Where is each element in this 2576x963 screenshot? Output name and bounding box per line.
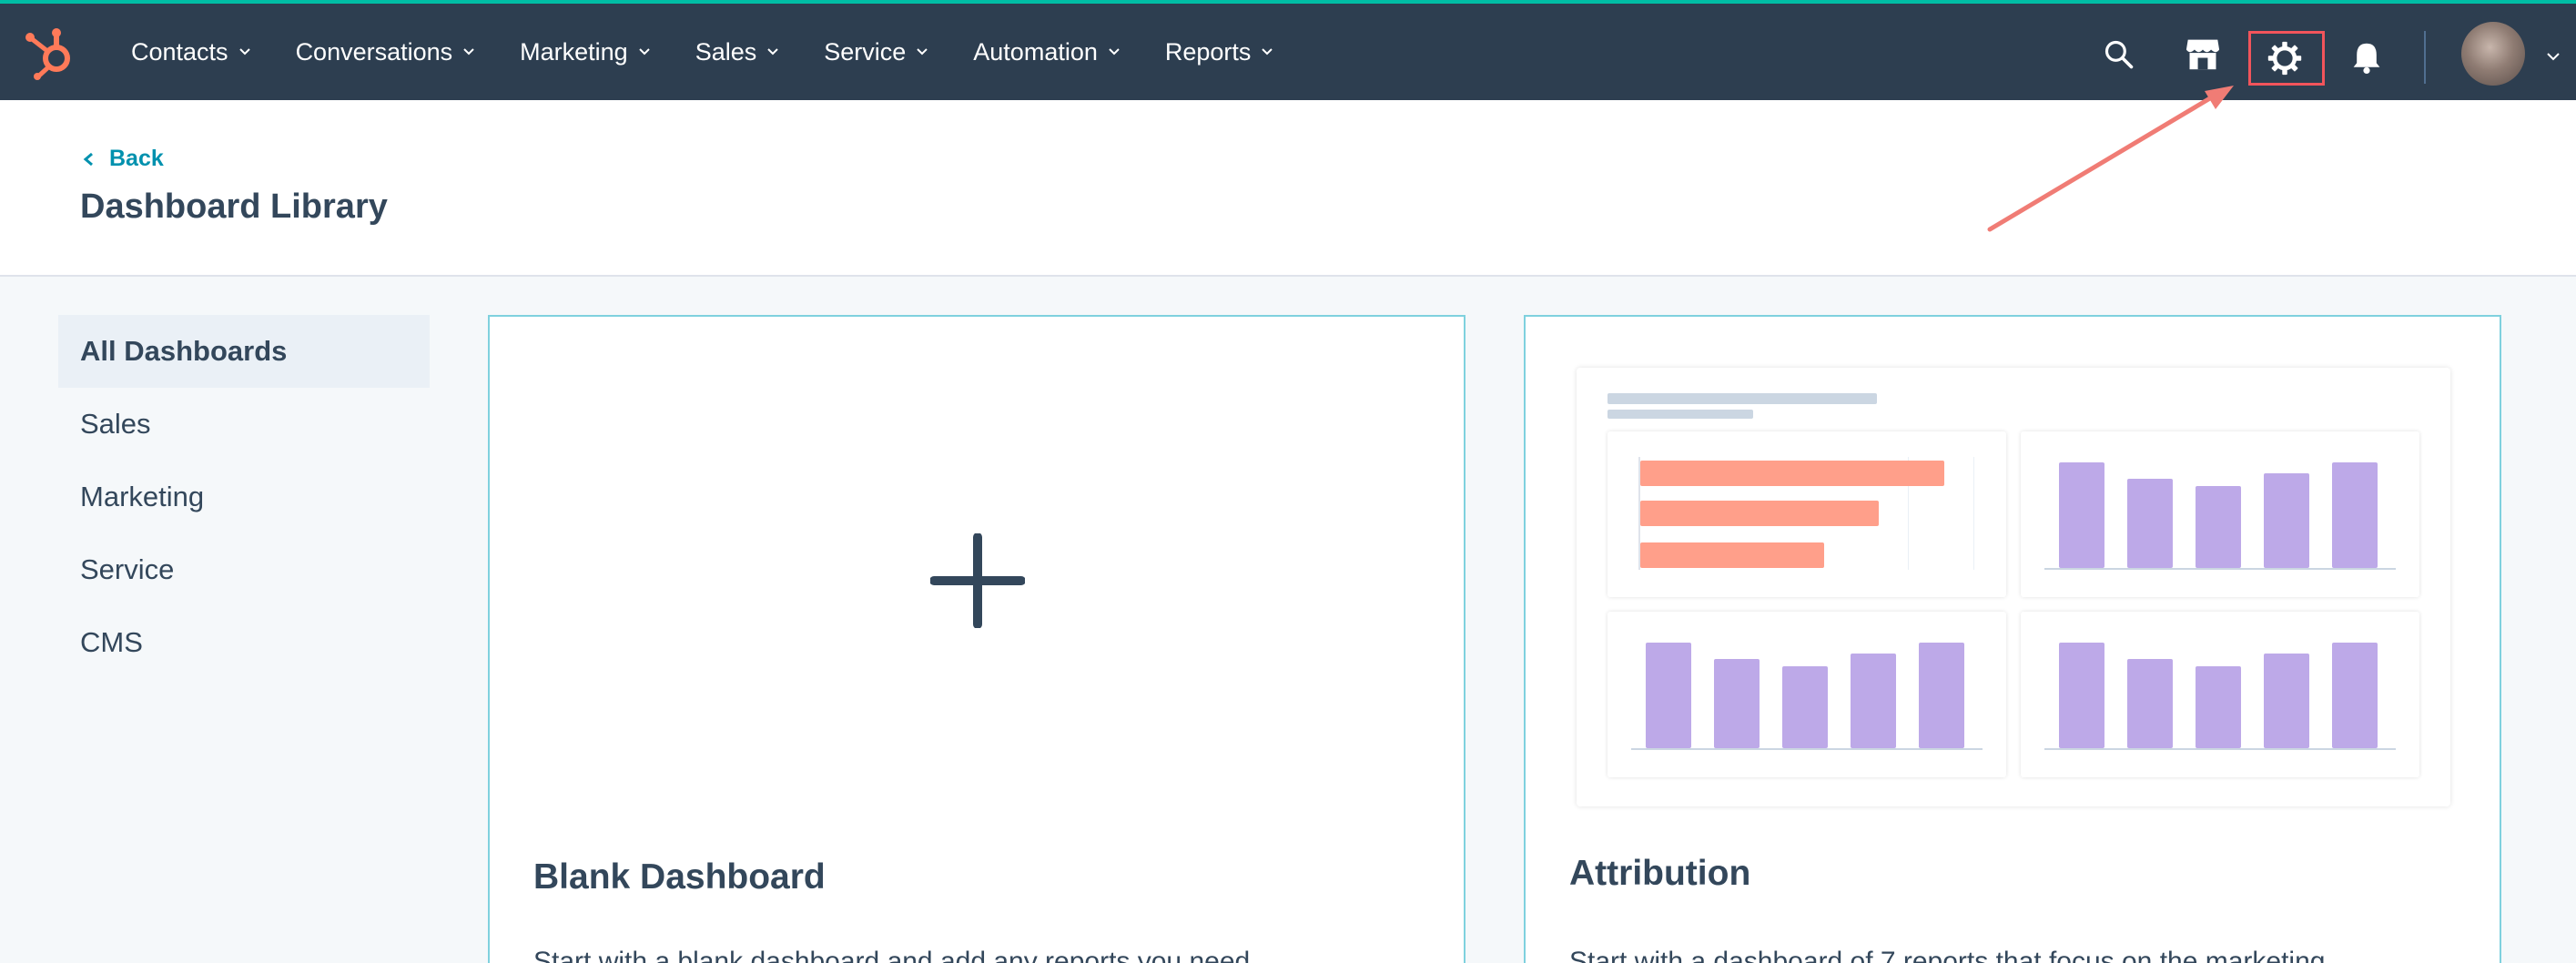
sidebar-item-service[interactable]: Service xyxy=(58,533,430,606)
preview-bar xyxy=(1782,666,1828,748)
preview-gridline xyxy=(1973,457,1974,570)
sidebar-item-label: Service xyxy=(80,553,175,585)
nav-item-label: Conversations xyxy=(295,37,453,66)
annotation-arrow xyxy=(1987,86,2234,232)
preview-bar xyxy=(1646,643,1691,748)
preview-bar xyxy=(1851,654,1896,748)
main-nav-menu: Contacts Conversations Marketing Sales S… xyxy=(131,4,1318,100)
chevron-down-icon xyxy=(238,48,250,56)
chevron-down-icon xyxy=(917,48,928,56)
preview-horizontal-bar-panel xyxy=(1607,431,2006,597)
sidebar-item-label: All Dashboards xyxy=(80,335,288,367)
preview-vertical-bar-panel xyxy=(2021,612,2419,777)
gear-icon[interactable] xyxy=(2265,38,2305,78)
preview-bar xyxy=(2264,654,2309,748)
nav-item-conversations[interactable]: Conversations xyxy=(296,38,477,66)
nav-item-label: Contacts xyxy=(131,37,228,66)
back-link-label: Back xyxy=(109,146,164,171)
chevron-left-icon xyxy=(83,152,93,166)
nav-item-service[interactable]: Service xyxy=(824,38,929,66)
preview-bar xyxy=(1714,659,1760,748)
card-title: Blank Dashboard xyxy=(533,857,826,897)
attribution-dashboard-card[interactable]: Attribution Start with a dashboard of 7 … xyxy=(1524,315,2501,963)
preview-bar xyxy=(1919,643,1964,748)
nav-item-label: Sales xyxy=(695,37,757,66)
preview-subtitle-line xyxy=(1607,410,1753,419)
preview-bar xyxy=(2196,666,2241,748)
card-title: Attribution xyxy=(1569,854,1751,893)
nav-item-contacts[interactable]: Contacts xyxy=(131,38,252,66)
plus-icon xyxy=(930,533,1025,628)
preview-baseline xyxy=(1631,748,1983,750)
blank-dashboard-card[interactable]: Blank Dashboard Start with a blank dashb… xyxy=(488,315,1465,963)
chevron-down-icon xyxy=(463,48,474,56)
back-link[interactable]: Back xyxy=(82,146,164,172)
preview-bar xyxy=(1640,542,1824,568)
nav-item-marketing[interactable]: Marketing xyxy=(520,38,652,66)
preview-bar xyxy=(1640,501,1879,526)
preview-bar xyxy=(2264,473,2309,568)
nav-item-label: Marketing xyxy=(520,37,628,66)
sidebar-item-label: Marketing xyxy=(80,481,205,512)
chevron-down-icon xyxy=(638,48,650,56)
nav-divider xyxy=(2424,31,2426,84)
nav-item-reports[interactable]: Reports xyxy=(1165,38,1275,66)
preview-bar xyxy=(2196,486,2241,568)
preview-title-line xyxy=(1607,393,1877,404)
preview-vertical-bar-panel xyxy=(1607,612,2006,777)
search-icon[interactable] xyxy=(2101,36,2137,73)
preview-bar xyxy=(2059,643,2104,748)
nav-item-automation[interactable]: Automation xyxy=(973,38,1121,66)
dashboard-preview-thumbnail xyxy=(1577,368,2450,806)
preview-bar xyxy=(2127,659,2173,748)
preview-bar xyxy=(2332,643,2378,748)
avatar[interactable] xyxy=(2461,22,2525,86)
preview-bar xyxy=(2059,462,2104,568)
card-description: Start with a blank dashboard and add any… xyxy=(533,947,1258,963)
chevron-down-icon[interactable] xyxy=(2545,49,2561,64)
hubspot-logo-icon[interactable] xyxy=(24,25,76,80)
preview-baseline xyxy=(2044,568,2396,570)
card-description: Start with a dashboard of 7 reports that… xyxy=(1569,947,2326,963)
preview-bar xyxy=(1640,461,1944,486)
bell-icon[interactable] xyxy=(2348,38,2385,76)
nav-item-sales[interactable]: Sales xyxy=(695,38,781,66)
chevron-down-icon xyxy=(1262,48,1273,56)
nav-item-label: Automation xyxy=(973,37,1098,66)
chevron-down-icon xyxy=(767,48,778,56)
sidebar-item-sales[interactable]: Sales xyxy=(58,388,430,461)
marketplace-icon[interactable] xyxy=(2183,35,2223,73)
page-title: Dashboard Library xyxy=(80,188,388,226)
sidebar-item-label: CMS xyxy=(80,626,143,658)
sidebar-item-all-dashboards[interactable]: All Dashboards xyxy=(58,315,430,388)
preview-bar xyxy=(2127,479,2173,568)
sidebar-item-marketing[interactable]: Marketing xyxy=(58,461,430,533)
nav-item-label: Reports xyxy=(1164,37,1252,66)
sidebar-item-label: Sales xyxy=(80,408,151,440)
preview-bar xyxy=(2332,462,2378,568)
dashboard-category-sidebar: All Dashboards Sales Marketing Service C… xyxy=(58,315,430,679)
sidebar-item-cms[interactable]: CMS xyxy=(58,606,430,679)
preview-baseline xyxy=(2044,748,2396,750)
preview-vertical-bar-panel xyxy=(2021,431,2419,597)
nav-item-label: Service xyxy=(824,37,907,66)
chevron-down-icon xyxy=(1109,48,1120,56)
